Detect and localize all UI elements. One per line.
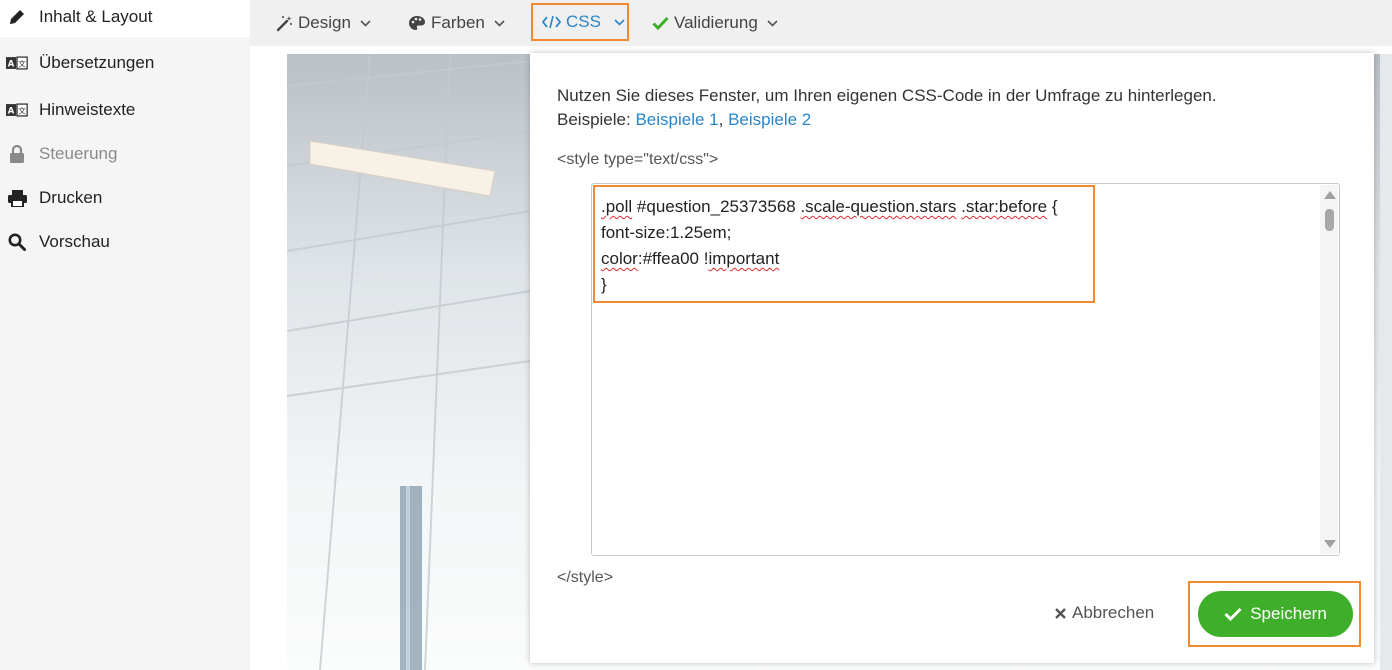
save-label: Speichern <box>1250 604 1327 623</box>
design-menu[interactable]: Design <box>276 7 371 39</box>
validation-menu-label: Validierung <box>674 13 758 32</box>
sidebar-item-label: Vorschau <box>39 232 110 251</box>
translate-icon: A文 <box>6 53 28 73</box>
css-editor-dialog: Nutzen Sie dieses Fenster, um Ihren eige… <box>530 53 1374 663</box>
style-open-tag: <style type="text/css"> <box>557 151 719 168</box>
lock-icon <box>6 144 28 164</box>
sidebar-item-control: Steuerung <box>0 134 250 174</box>
scroll-thumb[interactable] <box>1325 209 1334 231</box>
sidebar-item-hints[interactable]: A文 Hinweistexte <box>0 90 250 130</box>
printer-icon <box>6 188 28 208</box>
svg-text:A: A <box>8 105 15 115</box>
dialog-intro: Nutzen Sie dieses Fenster, um Ihren eige… <box>557 84 1217 132</box>
close-icon <box>1054 607 1067 620</box>
translate-icon: A文 <box>6 100 28 120</box>
magic-wand-icon <box>276 15 293 32</box>
pencil-icon <box>6 7 28 27</box>
save-highlight-box: Speichern <box>1188 581 1361 647</box>
svg-text:A: A <box>8 58 15 68</box>
scroll-down-icon[interactable] <box>1324 540 1336 548</box>
chevron-down-icon <box>614 18 625 26</box>
intro-text: Nutzen Sie dieses Fenster, um Ihren eige… <box>557 86 1217 105</box>
sidebar-item-label: Steuerung <box>39 144 118 163</box>
sidebar-item-label: Übersetzungen <box>39 53 155 72</box>
save-button[interactable]: Speichern <box>1198 591 1353 637</box>
cancel-button[interactable]: Abbrechen <box>1054 598 1154 628</box>
examples-line: Beispiele: Beispiele 1, Beispiele 2 <box>557 108 1217 132</box>
design-menu-label: Design <box>298 13 351 32</box>
sidebar-item-label: Drucken <box>39 188 103 207</box>
examples-prefix: Beispiele: <box>557 110 636 129</box>
chevron-down-icon <box>494 19 505 27</box>
validation-menu[interactable]: Validierung <box>652 7 778 39</box>
svg-text:文: 文 <box>18 105 26 115</box>
sidebar-item-translations[interactable]: A文 Übersetzungen <box>0 43 250 83</box>
example-2-link[interactable]: Beispiele 2 <box>728 110 811 129</box>
colors-menu-label: Farben <box>431 13 485 32</box>
examples-separator: , <box>718 110 729 129</box>
palette-icon <box>408 15 426 31</box>
sidebar-item-label: Inhalt & Layout <box>39 7 153 26</box>
css-menu-label: CSS <box>566 12 601 31</box>
css-menu[interactable]: CSS <box>531 3 629 41</box>
sidebar-item-content-layout[interactable]: Inhalt & Layout <box>0 0 250 37</box>
chevron-down-icon <box>767 19 778 27</box>
sidebar-item-print[interactable]: Drucken <box>0 178 250 218</box>
sidebar: Inhalt & Layout A文 Übersetzungen A文 Hinw… <box>0 0 250 670</box>
check-icon <box>1224 607 1242 621</box>
colors-menu[interactable]: Farben <box>408 7 505 39</box>
editor-scrollbar[interactable] <box>1320 185 1338 554</box>
cancel-label: Abbrechen <box>1072 603 1155 622</box>
style-close-tag: </style> <box>557 569 614 586</box>
sidebar-item-preview[interactable]: Vorschau <box>0 222 250 262</box>
css-code-editor[interactable]: .poll #question_25373568 .scale-question… <box>591 183 1340 556</box>
code-highlight-box <box>593 185 1095 303</box>
check-icon <box>652 16 669 30</box>
search-icon <box>6 232 28 252</box>
sidebar-item-label: Hinweistexte <box>39 100 136 119</box>
top-toolbar: Design Farben CSS Validierung <box>250 0 1392 46</box>
svg-text:文: 文 <box>18 58 26 68</box>
example-1-link[interactable]: Beispiele 1 <box>635 110 718 129</box>
chevron-down-icon <box>360 19 371 27</box>
scroll-up-icon[interactable] <box>1324 191 1336 199</box>
code-icon <box>542 15 561 29</box>
